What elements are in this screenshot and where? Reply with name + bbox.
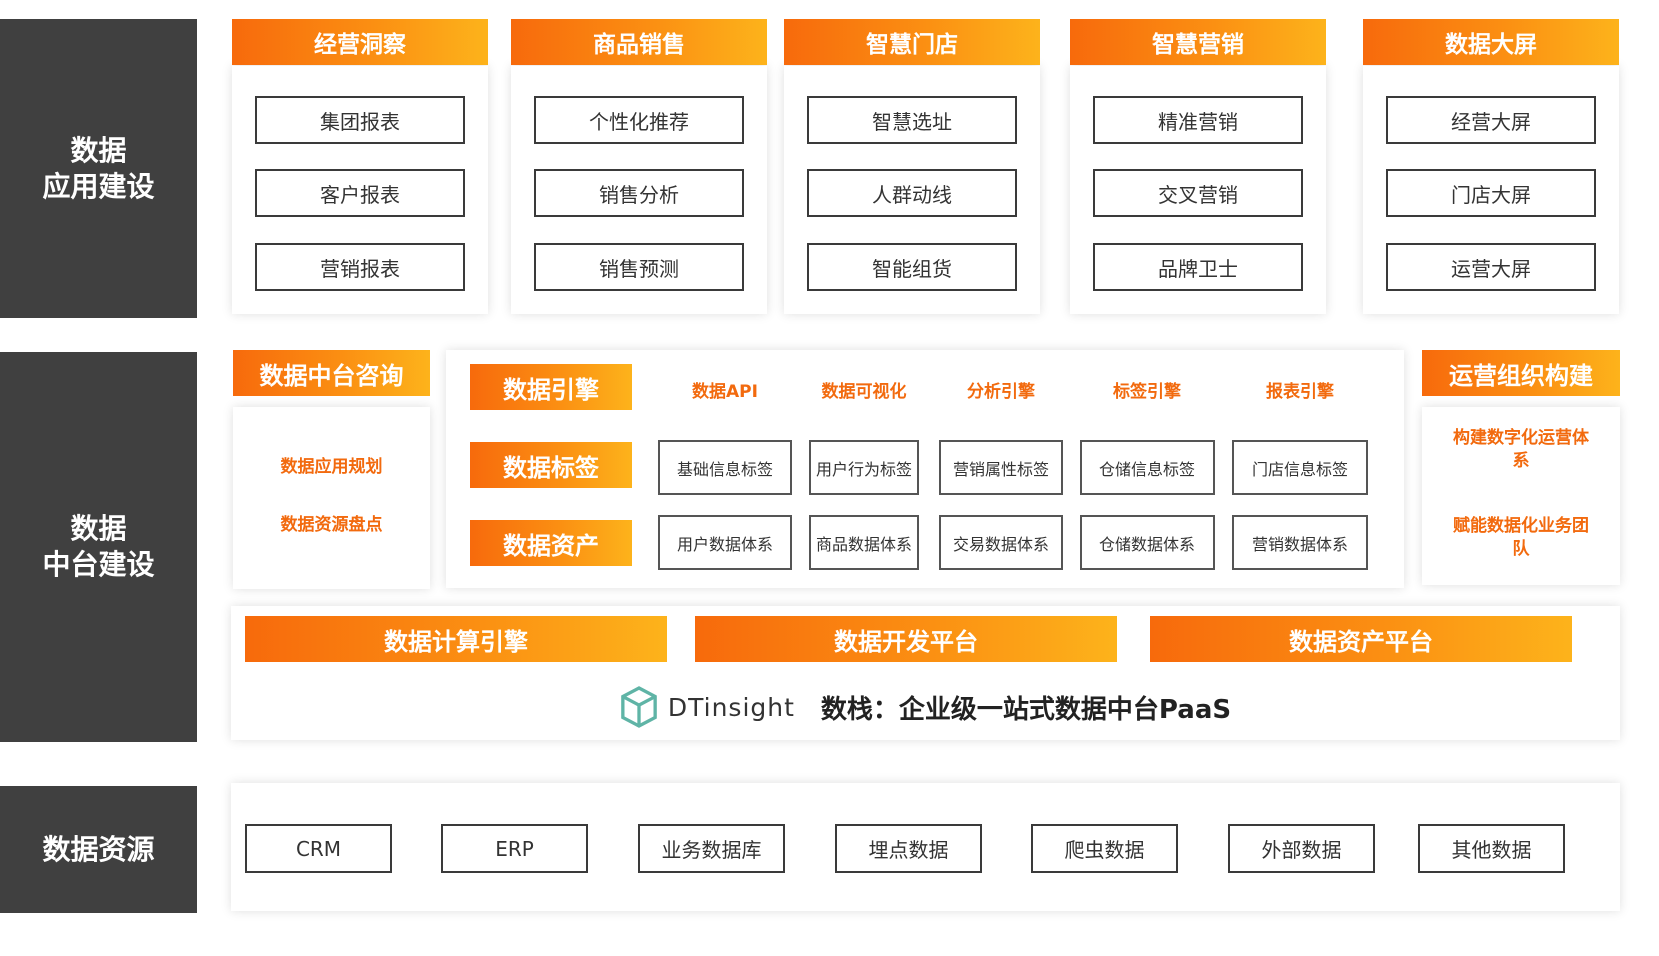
side-label-middle-platform: 数据 中台建设 xyxy=(0,352,197,742)
app-column-header: 经营洞察 xyxy=(232,19,488,65)
consult-item-inventory: 数据资源盘点 xyxy=(280,515,383,535)
app-column-header: 智慧门店 xyxy=(784,19,1040,65)
consult-item-planning: 数据应用规划 xyxy=(280,457,383,477)
app-item-box: 销售分析 xyxy=(534,169,744,217)
engine-item: 报表引擎 xyxy=(1266,382,1334,402)
side-label-app-line1: 数据 xyxy=(70,133,127,167)
resource-box: 业务数据库 xyxy=(638,824,785,873)
dtinsight-cube-icon xyxy=(621,686,657,728)
engine-item: 数据API xyxy=(692,382,758,402)
asset-item-box: 商品数据体系 xyxy=(809,515,919,570)
platform-compute-engine: 数据计算引擎 xyxy=(245,616,667,662)
resource-box: 爬虫数据 xyxy=(1031,824,1178,873)
app-item-box: 个性化推荐 xyxy=(534,96,744,144)
app-item-box: 人群动线 xyxy=(807,169,1017,217)
engine-item: 标签引擎 xyxy=(1113,382,1181,402)
ops-header: 运营组织构建 xyxy=(1422,350,1620,396)
asset-item-box: 仓储数据体系 xyxy=(1079,515,1215,570)
brand-row: DTinsight 数栈：企业级一站式数据中台PaaS xyxy=(231,682,1620,732)
side-label-app-line2: 应用建设 xyxy=(42,169,155,203)
app-column-header: 商品销售 xyxy=(511,19,767,65)
app-item-box: 交叉营销 xyxy=(1093,169,1303,217)
consult-card xyxy=(233,407,430,589)
app-item-box: 智能组货 xyxy=(807,243,1017,291)
app-column-header: 智慧营销 xyxy=(1070,19,1326,65)
app-item-box: 销售预测 xyxy=(534,243,744,291)
platform-asset-platform: 数据资产平台 xyxy=(1150,616,1572,662)
engine-item: 数据可视化 xyxy=(821,382,907,402)
side-label-res: 数据资源 xyxy=(42,832,155,866)
app-item-box: 运营大屏 xyxy=(1386,243,1596,291)
label-item-box: 营销属性标签 xyxy=(939,440,1063,495)
engine-tag: 数据引擎 xyxy=(470,364,632,410)
label-item-box: 门店信息标签 xyxy=(1232,440,1368,495)
asset-tag: 数据资产 xyxy=(470,520,632,566)
asset-item-box: 营销数据体系 xyxy=(1232,515,1368,570)
engine-item: 分析引擎 xyxy=(967,382,1035,402)
platform-dev-platform: 数据开发平台 xyxy=(695,616,1117,662)
app-item-box: 营销报表 xyxy=(255,243,465,291)
consult-header: 数据中台咨询 xyxy=(233,350,430,396)
app-item-box: 品牌卫士 xyxy=(1093,243,1303,291)
label-tag: 数据标签 xyxy=(470,442,632,488)
side-label-application: 数据 应用建设 xyxy=(0,19,197,318)
app-item-box: 精准营销 xyxy=(1093,96,1303,144)
resource-box: CRM xyxy=(245,824,392,873)
resource-box: 外部数据 xyxy=(1228,824,1375,873)
resource-box: 埋点数据 xyxy=(835,824,982,873)
app-item-box: 客户报表 xyxy=(255,169,465,217)
side-label-resources: 数据资源 xyxy=(0,786,197,913)
label-item-box: 用户行为标签 xyxy=(809,440,919,495)
resource-box: ERP xyxy=(441,824,588,873)
brand-slogan: 数栈：企业级一站式数据中台PaaS xyxy=(820,694,1232,725)
side-label-mid-line1: 数据 xyxy=(70,512,127,545)
app-item-box: 集团报表 xyxy=(255,96,465,144)
app-item-box: 智慧选址 xyxy=(807,96,1017,144)
resource-box: 其他数据 xyxy=(1418,824,1565,873)
dtinsight-logo-text: DTinsight xyxy=(667,692,795,722)
ops-item-empower: 赋能数据化业务团队 xyxy=(1453,516,1589,559)
app-item-box: 经营大屏 xyxy=(1386,96,1596,144)
side-label-mid-line2: 中台建设 xyxy=(42,548,155,581)
app-column-header: 数据大屏 xyxy=(1363,19,1619,65)
app-item-box: 门店大屏 xyxy=(1386,169,1596,217)
ops-item-build: 构建数字化运营体系 xyxy=(1453,428,1589,471)
label-item-box: 仓储信息标签 xyxy=(1079,440,1215,495)
label-item-box: 基础信息标签 xyxy=(658,440,792,495)
asset-item-box: 用户数据体系 xyxy=(658,515,792,570)
asset-item-box: 交易数据体系 xyxy=(939,515,1063,570)
